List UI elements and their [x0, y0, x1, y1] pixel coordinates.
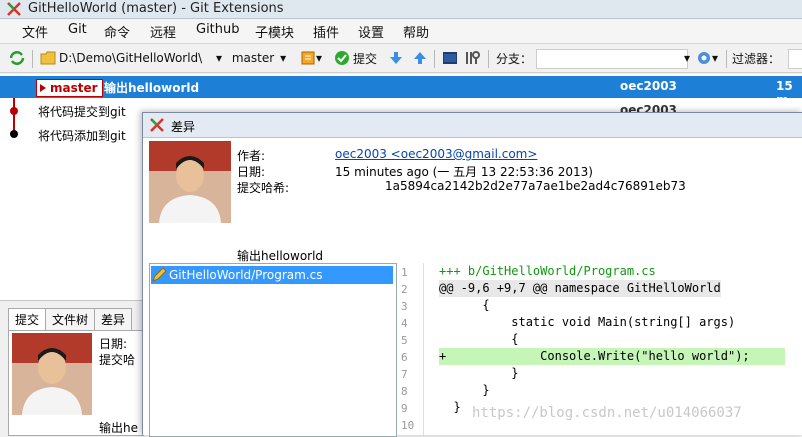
branch-filter-input[interactable] [536, 49, 688, 69]
commit-info-content: 日期: 提交哈 输出he [8, 330, 144, 436]
branch-tag: master [36, 79, 103, 97]
line-number: 1 [401, 266, 408, 279]
menu-file[interactable]: 文件 [22, 22, 48, 41]
check-icon [335, 51, 349, 65]
push-icon[interactable] [412, 49, 428, 67]
title-bar: GitHelloWorld (master) - Git Extensions [0, 0, 802, 19]
menu-remote[interactable]: 远程 [150, 22, 176, 41]
menu-help[interactable]: 帮助 [403, 22, 429, 41]
line-number: 3 [401, 300, 408, 313]
branch-dropdown[interactable]: ▾ master ▾ [216, 49, 286, 67]
gear-icon[interactable]: ▾ [696, 49, 718, 67]
line-number: 6 [401, 351, 408, 364]
tab-diff[interactable]: 差异 [94, 308, 133, 330]
author-label: 作者: [237, 149, 266, 163]
file-item[interactable]: GitHelloWorld/Program.cs [151, 266, 393, 284]
line-number: 9 [401, 402, 408, 415]
menu-commands[interactable]: 命令 [104, 22, 130, 41]
date-value: 15 minutes ago (一 五月 13 22:53:36 2013) [335, 165, 593, 179]
menu-submodules[interactable]: 子模块 [255, 22, 294, 41]
line-number: 4 [401, 317, 408, 330]
diff-line: } [439, 366, 519, 380]
branch-filter-label: 分支： [496, 51, 533, 66]
diff-line-added: + Console.Write("hello world"); [439, 348, 785, 365]
diff-window-titlebar: 差异 [143, 113, 802, 138]
commit-hash-label: 提交哈希: [237, 181, 290, 195]
date-label: 日期: [237, 165, 266, 179]
git-extensions-logo-icon [150, 118, 164, 132]
menu-github[interactable]: Github [196, 22, 240, 37]
menu-git[interactable]: Git [68, 22, 87, 37]
commit-message: 输出helloworld [237, 249, 324, 263]
date-label: 日期: [99, 337, 128, 351]
menu-plugins[interactable]: 插件 [313, 22, 339, 41]
avatar [12, 333, 92, 415]
window-title: GitHelloWorld (master) - Git Extensions [28, 1, 284, 16]
diff-commit-info: 作者: oec2003 <oec2003@gmail.com> 日期: 15 m… [149, 139, 802, 263]
console-icon[interactable] [442, 49, 458, 67]
hash-label: 提交哈 [99, 353, 136, 367]
menu-settings[interactable]: 设置 [358, 22, 384, 41]
stash-icon[interactable]: ▾ [300, 49, 322, 67]
pencil-icon [152, 267, 167, 282]
branch-arrow-icon [40, 84, 46, 92]
commit-message: 将代码添加到git [38, 129, 126, 143]
commit-row[interactable]: master 输出helloworld oec2003 15 m [0, 76, 802, 107]
filter-input[interactable] [788, 49, 802, 69]
line-number: 8 [401, 385, 408, 398]
diff-line: static void Main(string[] args) [439, 315, 736, 329]
toolbar: D:\Demo\GitHelloWorld\ ▾ master ▾ ▾ 提交 分支… [0, 44, 802, 73]
watermark: https://blog.csdn.net/u014066037 [472, 405, 742, 421]
lower-tabs: 提交 文件树 差异 [8, 308, 133, 330]
refresh-icon[interactable] [8, 49, 26, 67]
diff-line: } [439, 383, 490, 397]
filter-label: 过滤器： [732, 51, 781, 66]
menu-bar: 文件 Git 命令 远程 Github 子模块 插件 设置 帮助 [0, 19, 802, 44]
commit-message: 输出helloworld [104, 81, 200, 95]
tab-file-tree[interactable]: 文件树 [45, 308, 96, 330]
folder-icon [40, 51, 56, 65]
tab-commit[interactable]: 提交 [8, 308, 47, 330]
diff-line: @@ -9,6 +9,7 @@ namespace GitHelloWorld [439, 280, 721, 297]
commit-button[interactable]: 提交 [334, 49, 377, 67]
git-extensions-logo-icon [7, 2, 21, 16]
pull-icon[interactable] [388, 49, 404, 67]
diff-line: +++ b/GitHelloWorld/Program.cs [439, 264, 656, 278]
commit-message-text: 输出he [99, 421, 138, 435]
commit-hash-value: 1a5894ca2142b2d2e77a7ae1be2ad4c76891eb73 [385, 179, 686, 193]
settings-tools-icon[interactable] [464, 49, 480, 67]
diff-line: { [439, 298, 490, 312]
line-number: 10 [401, 419, 415, 432]
diff-line: { [439, 332, 519, 346]
repo-path-button[interactable]: D:\Demo\GitHelloWorld\ [40, 49, 202, 67]
author-link[interactable]: oec2003 <oec2003@gmail.com> [335, 147, 537, 161]
diff-window: 差异 作者: oec2003 <oec2003@gmail.com> 日期: 1… [142, 112, 802, 437]
diff-window-title: 差异 [171, 120, 196, 134]
avatar [149, 141, 231, 223]
commit-author: oec2003 [620, 79, 677, 93]
commit-info-panel: 提交 文件树 差异 日期: 提交哈 输出he [0, 302, 144, 436]
line-number: 7 [401, 368, 408, 381]
commit-message: 将代码提交到git [38, 105, 126, 119]
branch-filter-dropdown-icon[interactable]: ▾ [684, 49, 690, 67]
diff-line: } [439, 400, 461, 414]
changed-files-list: GitHelloWorld/Program.cs [149, 263, 397, 437]
line-number: 2 [401, 283, 408, 296]
line-number: 5 [401, 334, 408, 347]
